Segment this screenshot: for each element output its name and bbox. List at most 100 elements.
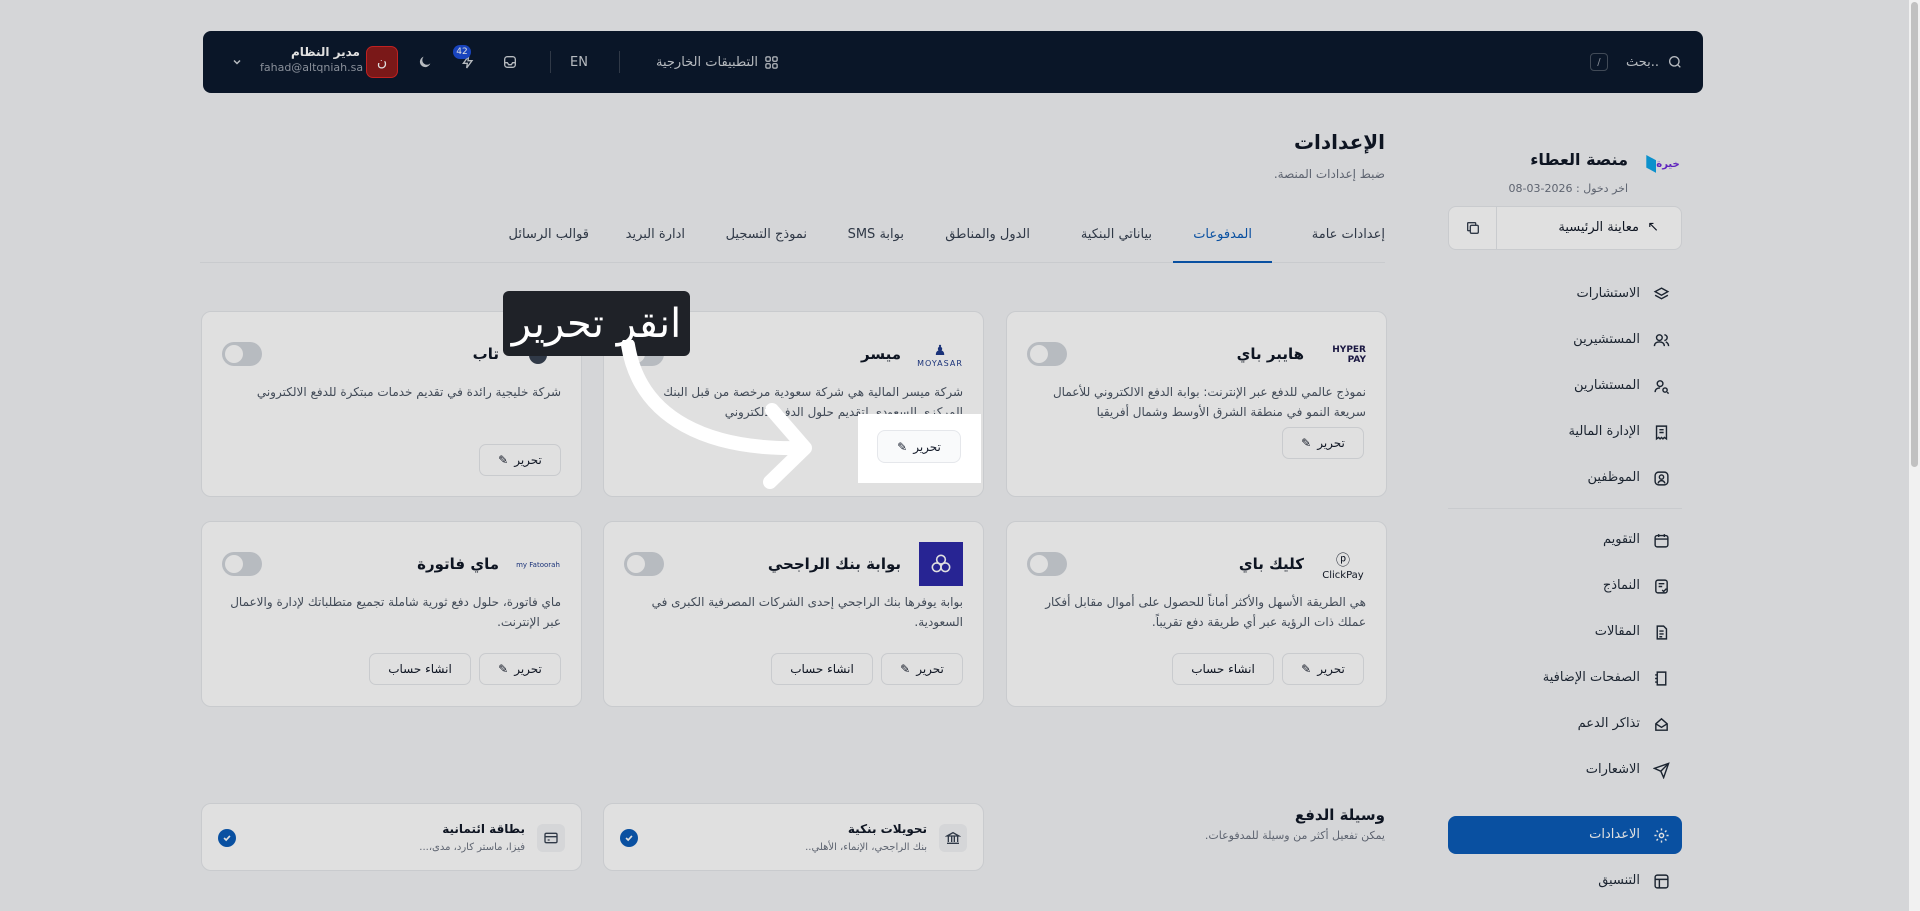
sidebar-item-support-tickets[interactable]: تذاكر الدعم	[1448, 705, 1682, 743]
notifications-button[interactable]	[460, 31, 476, 93]
brand-mark-icon	[1646, 155, 1657, 173]
top-bar: / بحث.. التطبيقات الخارجية EN 42 ن مدير …	[203, 31, 1703, 93]
copy-button[interactable]	[1449, 207, 1497, 249]
myfatoorah-logo: my Fatoorah	[515, 548, 561, 582]
sidebar-item-consultants[interactable]: المستشارين	[1448, 367, 1682, 405]
sidebar-item-employees[interactable]: الموظفين	[1448, 459, 1682, 497]
sidebar-item-finance[interactable]: الإدارة المالية	[1448, 413, 1682, 451]
brand-logo: خيرة	[1642, 150, 1682, 178]
preview-home-button[interactable]: ↖ معاينة الرئيسية	[1448, 206, 1682, 250]
payment-method-credit-card[interactable]: بطاقة ائتمانية فيزا، ماستر كارد، مدى،...	[201, 803, 582, 871]
sidebar-item-clients[interactable]: المستشيرين	[1448, 321, 1682, 359]
edit-button[interactable]: تحرير ✎	[1282, 427, 1364, 459]
user-info[interactable]: مدير النظام fahad@altqniah.sa	[260, 45, 363, 74]
divider	[550, 51, 551, 73]
layers-icon	[1652, 285, 1670, 303]
external-apps-label: التطبيقات الخارجية	[656, 54, 759, 70]
hyperpay-logo-text: HYPER PAY	[1332, 345, 1366, 365]
scrollbar-thumb[interactable]	[1911, 2, 1918, 467]
create-account-button[interactable]: انشاء حساب	[1172, 653, 1274, 685]
sidebar-item-label: المقالات	[1594, 624, 1640, 639]
tab-mail[interactable]: ادارة البريد	[626, 220, 685, 263]
inbox-icon	[504, 56, 516, 68]
pencil-icon: ✎	[1301, 436, 1312, 450]
payment-method-title: وسيلة الدفع	[1294, 806, 1385, 824]
alrajhi-logo	[919, 542, 963, 586]
user-name: مدير النظام	[290, 45, 360, 59]
tab-message-templates[interactable]: قوالب الرسائل	[509, 220, 589, 263]
sidebar-item-articles[interactable]: المقالات	[1448, 613, 1682, 651]
sidebar-item-settings[interactable]: الاعدادات	[1448, 816, 1682, 854]
notifications-count-badge: 42	[453, 45, 471, 59]
brand: خيرة منصة العطاء اخر دخول : 2026-03-08	[1448, 140, 1682, 200]
pencil-icon: ✎	[498, 453, 509, 467]
grid-icon	[765, 55, 778, 69]
highlighted-edit-label: تحرير	[913, 439, 941, 454]
tab-bank-details[interactable]: بياناتي البنكية	[1081, 220, 1152, 263]
sidebar-item-calendar[interactable]: التقويم	[1448, 521, 1682, 559]
sidebar-item-consultations[interactable]: الاستشارات	[1448, 275, 1682, 313]
create-account-button[interactable]: انشاء حساب	[771, 653, 873, 685]
enable-toggle[interactable]	[1027, 552, 1067, 576]
edit-button[interactable]: تحرير ✎	[1282, 653, 1364, 685]
payment-method-label: بطاقة ائتمانية	[442, 822, 525, 836]
edit-button[interactable]: تحرير ✎	[479, 653, 561, 685]
search-box[interactable]: / بحث..	[1533, 31, 1683, 93]
tab-countries[interactable]: الدول والمناطق	[945, 220, 1030, 263]
article-icon	[1652, 623, 1670, 641]
pencil-icon: ✎	[897, 439, 908, 454]
last-login: اخر دخول : 2026-03-08	[1508, 182, 1628, 195]
language-toggle[interactable]: EN	[570, 31, 588, 93]
tab-registration-form[interactable]: نموذج التسجيل	[726, 220, 807, 263]
card-name: ميسر	[860, 345, 901, 363]
enable-toggle[interactable]	[222, 342, 262, 366]
external-apps-button[interactable]: التطبيقات الخارجية	[656, 31, 779, 93]
sidebar-item-layout[interactable]: التنسيق	[1448, 862, 1682, 900]
sidebar-item-label: الموظفين	[1587, 470, 1640, 485]
highlighted-edit-button[interactable]: تحرير ✎	[877, 430, 961, 463]
tab-sms-gateway[interactable]: بوابة SMS	[848, 220, 904, 263]
enable-toggle[interactable]	[222, 552, 262, 576]
theme-toggle[interactable]	[417, 31, 433, 93]
inbox-button[interactable]	[502, 31, 518, 93]
tab-payments[interactable]: المدفوعات	[1173, 220, 1272, 263]
myfatoorah-logo-text: my Fatoorah	[516, 561, 560, 569]
user-search-icon	[1652, 377, 1670, 395]
payment-method-desc: فيزا، ماستر كارد، مدى،...	[419, 842, 525, 853]
enable-toggle[interactable]	[624, 552, 664, 576]
edit-button[interactable]: تحرير ✎	[479, 444, 561, 476]
payment-method-bank-transfer[interactable]: تحويلات بنكية بنك الراجحي، الإنماء، الأه…	[603, 803, 984, 871]
user-menu-chevron[interactable]	[231, 31, 243, 93]
hyperpay-logo: HYPER PAY	[1320, 338, 1366, 372]
users-icon	[1652, 331, 1670, 349]
avatar-glyph: ن	[376, 54, 388, 70]
pencil-icon: ✎	[498, 662, 509, 676]
page-icon	[1652, 669, 1670, 687]
sidebar-item-label: المستشيرين	[1573, 332, 1640, 347]
create-account-label: انشاء حساب	[1191, 662, 1255, 676]
sidebar-item-label: الصفحات الإضافية	[1542, 670, 1640, 685]
sidebar-item-label: النماذج	[1602, 578, 1640, 593]
tab-general[interactable]: إعدادات عامة	[1312, 220, 1385, 263]
payment-card-clickpay: ⓟ ClickPay كليك باي هي الطريقة الأسهل وا…	[1006, 521, 1387, 707]
payment-method-desc: بنك الراجحي، الإنماء، الأهلي..	[805, 842, 927, 853]
create-account-label: انشاء حساب	[790, 662, 854, 676]
payment-method-subtitle: يمكن تفعيل أكثر من وسيلة للمدفوعات.	[1204, 829, 1385, 842]
sidebar-item-extra-pages[interactable]: الصفحات الإضافية	[1448, 659, 1682, 697]
page-scrollbar[interactable]	[1909, 0, 1920, 911]
moon-icon	[419, 56, 431, 68]
create-account-button[interactable]: انشاء حساب	[369, 653, 471, 685]
card-description: شركة خليجية رائدة في تقديم خدمات مبتكرة …	[256, 385, 561, 399]
card-name: هايبر باي	[1236, 345, 1304, 363]
sidebar-item-forms[interactable]: النماذج	[1448, 567, 1682, 605]
edit-button[interactable]: تحرير ✎	[881, 653, 963, 685]
sidebar-item-notifications[interactable]: الاشعارات	[1448, 751, 1682, 789]
edit-label: تحرير	[1317, 662, 1345, 676]
user-square-icon	[1652, 469, 1670, 487]
enable-toggle[interactable]	[1027, 342, 1067, 366]
sidebar-item-label: التنسيق	[1598, 873, 1640, 888]
avatar[interactable]: ن	[366, 46, 398, 78]
copy-icon	[1466, 222, 1479, 234]
settings-tabs: إعدادات عامة المدفوعات بياناتي البنكية ا…	[200, 220, 1385, 263]
card-description: ماي فاتورة، حلول دفع ثورية شاملة تجميع م…	[230, 595, 561, 629]
